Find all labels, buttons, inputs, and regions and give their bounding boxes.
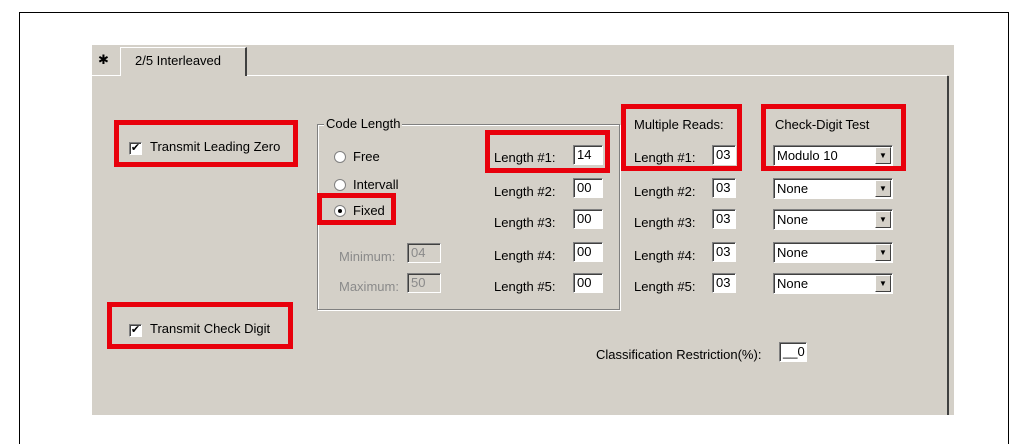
- code-length-2-label: Length #2:: [494, 184, 556, 199]
- multiple-reads-2-label: Length #2:: [634, 184, 696, 199]
- code-length-3-label: Length #3:: [494, 215, 556, 230]
- multiple-reads-4-input[interactable]: 03: [712, 242, 736, 262]
- highlight-transmit-leading-zero: [114, 120, 298, 167]
- minimum-label: Minimum:: [339, 249, 396, 264]
- maximum-label: Maximum:: [339, 279, 399, 294]
- dropdown-arrow-icon[interactable]: ▼: [875, 275, 891, 292]
- highlight-length-1: [485, 130, 610, 173]
- dropdown-arrow-icon[interactable]: ▼: [875, 211, 891, 228]
- code-length-3-input[interactable]: 00: [573, 209, 603, 229]
- dialog-border-right: [947, 76, 949, 415]
- classification-restriction-input[interactable]: __0: [779, 342, 807, 362]
- multiple-reads-4-label: Length #4:: [634, 248, 696, 263]
- check-digit-select-2[interactable]: None ▼: [773, 178, 893, 199]
- tab-label: 2/5 Interleaved: [135, 53, 222, 68]
- highlight-check-digit-test: [761, 104, 906, 171]
- select-value: None: [777, 245, 809, 260]
- check-digit-select-3[interactable]: None ▼: [773, 209, 893, 230]
- radio-free[interactable]: [334, 151, 346, 163]
- highlight-fixed: [317, 193, 396, 225]
- tab-2-5-interleaved[interactable]: 2/5 Interleaved: [120, 47, 247, 76]
- multiple-reads-5-label: Length #5:: [634, 279, 696, 294]
- tab-scroll-icon[interactable]: ✱: [96, 52, 111, 67]
- select-value: None: [777, 181, 809, 196]
- check-digit-select-5[interactable]: None ▼: [773, 273, 893, 294]
- radio-free-label: Free: [353, 149, 380, 164]
- multiple-reads-3-label: Length #3:: [634, 215, 696, 230]
- code-length-title: Code Length: [324, 116, 403, 131]
- highlight-multiple-reads: [621, 104, 742, 171]
- code-length-5-input[interactable]: 00: [573, 273, 603, 293]
- code-length-2-input[interactable]: 00: [573, 178, 603, 198]
- multiple-reads-2-input[interactable]: 03: [712, 178, 736, 198]
- minimum-input[interactable]: 04: [407, 243, 441, 263]
- maximum-input[interactable]: 50: [407, 273, 441, 293]
- multiple-reads-3-input[interactable]: 03: [712, 209, 736, 229]
- dropdown-arrow-icon[interactable]: ▼: [875, 244, 891, 261]
- select-value: None: [777, 276, 809, 291]
- highlight-transmit-check-digit: [107, 302, 293, 349]
- check-digit-select-4[interactable]: None ▼: [773, 242, 893, 263]
- code-length-5-label: Length #5:: [494, 279, 556, 294]
- dropdown-arrow-icon[interactable]: ▼: [875, 180, 891, 197]
- radio-intervall[interactable]: [334, 179, 346, 191]
- select-value: None: [777, 212, 809, 227]
- radio-intervall-label: Intervall: [353, 177, 399, 192]
- multiple-reads-5-input[interactable]: 03: [712, 273, 736, 293]
- code-length-4-label: Length #4:: [494, 248, 556, 263]
- classification-restriction-label: Classification Restriction(%):: [596, 347, 762, 362]
- code-length-4-input[interactable]: 00: [573, 242, 603, 262]
